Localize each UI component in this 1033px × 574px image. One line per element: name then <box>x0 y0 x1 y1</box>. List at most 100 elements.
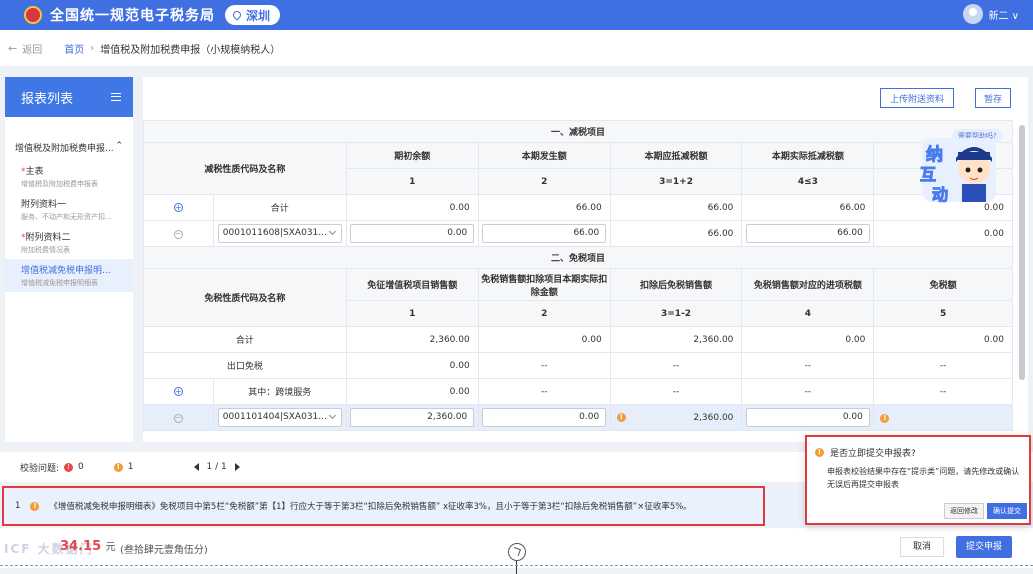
validation-message[interactable]: 1! 《增值税减免税申报明细表》免税项目中第5栏“免税额”第【1】行应大于等于第3… <box>15 500 692 512</box>
breadcrumb-home-link[interactable]: 首页 <box>64 41 84 56</box>
chevron-up-icon: ⌃ <box>115 141 123 151</box>
next-page-icon[interactable] <box>234 463 240 471</box>
column-header: 减税性质代码及名称 <box>143 142 347 195</box>
message-text: 《增值税减免税申报明细表》免税项目中第5栏“免税额”第【1】行应大于等于第3栏“… <box>49 502 692 512</box>
error-count[interactable]: 0 <box>78 462 84 472</box>
column-header: 本期实际抵减税额 <box>741 142 875 169</box>
cell-value: -- <box>741 378 875 405</box>
dialog-question-text: 是否立即提交申报表? <box>830 449 916 459</box>
refresh-icon[interactable] <box>508 543 526 561</box>
column-header: 免征增值税项目销售额 <box>345 268 479 301</box>
back-button[interactable]: ← 返回 <box>8 41 42 56</box>
back-label: 返回 <box>22 44 43 56</box>
sidebar-item-main-form[interactable]: *主表 增值税及附加税费申报表 <box>5 160 133 193</box>
cell-value: 2,360.00 <box>693 412 734 423</box>
user-menu[interactable]: 新二 ∨ <box>962 4 1020 24</box>
sidebar-item-sub: 增值税及附加税费申报表 <box>21 180 98 188</box>
warning-icon: ! <box>880 413 890 423</box>
actual-deduction-input[interactable]: 66.00 <box>745 224 870 243</box>
cell-value: 0.00 <box>477 326 611 353</box>
column-number: 2 <box>477 300 611 327</box>
exempt-code-select[interactable]: 0001101404|SXA031... <box>217 408 342 427</box>
row-label: 其中：跨境服务 <box>212 378 347 405</box>
sidebar-item-attachment-2[interactable]: *附列资料二 附加税费情况表 <box>5 226 133 259</box>
cell-value: 66.00 <box>609 220 743 247</box>
sidebar-item-attachment-1[interactable]: 附列资料一 服务、不动产和无形资产扣... <box>5 193 133 226</box>
svg-text:互: 互 <box>920 165 936 184</box>
sidebar-item-sub: 增值税减免税申报明细表 <box>21 279 98 287</box>
current-amount-input[interactable]: 66.00 <box>482 224 607 243</box>
confirm-submit-button[interactable]: 确认提交 <box>987 503 1027 519</box>
submit-button[interactable]: 提交申报 <box>956 536 1012 558</box>
top-bar: 全国统一规范电子税务局 深圳 新二 ∨ <box>0 0 1033 30</box>
cell-value: 2,360.00 <box>609 326 743 353</box>
column-number: 3=1-2 <box>609 300 743 327</box>
sidebar-item-sub: 附加税费情况表 <box>21 246 70 254</box>
prev-page-icon[interactable] <box>193 463 199 471</box>
column-number: 5 <box>873 300 1013 327</box>
cell-value: -- <box>609 378 743 405</box>
column-number: 4 <box>741 300 875 327</box>
column-number: 1 <box>345 300 479 327</box>
cancel-button[interactable]: 取消 <box>900 537 944 557</box>
cell-value: -- <box>477 378 611 405</box>
return-modify-button[interactable]: 返回修改 <box>944 503 984 519</box>
report-group-label: 增值税及附加税费申报... <box>15 144 114 154</box>
chevron-down-icon <box>328 227 336 236</box>
column-header: 本期发生额 <box>477 142 611 169</box>
dashed-divider <box>0 565 1033 566</box>
column-number: 4≤3 <box>741 168 875 195</box>
sidebar-item-label: 增值税减免税申报明... <box>21 266 111 276</box>
svg-text:动: 动 <box>932 185 948 204</box>
tax-relief-table: 一、减税项目 减税性质代码及名称 期初余额 本期发生额 本期应抵减税额 本期实际抵减税额… <box>143 120 1013 431</box>
exempt-sales-input[interactable]: 2,360.00 <box>350 408 475 427</box>
tax-assistant-mascot-icon[interactable]: 纳 互 动 <box>918 128 1000 206</box>
warning-count[interactable]: 1 <box>128 462 134 472</box>
breadcrumb-current: 增值税及附加税费申报（小规模纳税人） <box>100 44 281 56</box>
column-header: 扣除后免税销售额 <box>609 268 743 301</box>
report-list-panel: 报表列表 增值税及附加税费申报... ⌃ *主表 增值税及附加税费申报表 附列资料一… <box>5 77 133 442</box>
save-draft-button[interactable]: 暂存 <box>975 88 1011 108</box>
sidebar-item-label: 附列资料二 <box>25 233 71 243</box>
column-number: 1 <box>345 168 479 195</box>
tax-emblem-icon <box>24 6 42 24</box>
sidebar-item-tax-relief[interactable]: 增值税减免税申报明... 增值税减免税申报明细表 <box>5 259 133 292</box>
city-label: 深圳 <box>246 8 271 23</box>
menu-icon[interactable] <box>111 93 121 101</box>
submit-confirm-dialog: ! 是否立即提交申报表? 申报表校验结果中存在“提示类”问题，请先修改或确认无误后… <box>805 435 1031 525</box>
city-selector[interactable]: 深圳 <box>225 5 281 25</box>
column-number: 3=1+2 <box>609 168 743 195</box>
vertical-scrollbar[interactable] <box>1019 125 1025 380</box>
user-name: 新二 ∨ <box>988 10 1020 22</box>
cell-value: -- <box>741 352 875 379</box>
tax-amount-unit: 元 <box>105 542 116 553</box>
column-header: 免税额 <box>873 268 1013 301</box>
table-row-selected: − 0001101404|SXA031... 2,360.00 0.00! 2,360.… <box>143 404 1013 431</box>
chevron-down-icon <box>328 411 336 420</box>
remove-row-icon[interactable]: − <box>173 229 183 239</box>
add-row-icon[interactable]: + <box>173 202 183 212</box>
upload-attachment-button[interactable]: 上传附送资料 <box>880 88 954 108</box>
tax-amount-chinese: (叁拾肆元壹角伍分) <box>120 545 208 556</box>
form-panel: 上传附送资料 暂存 一、减税项目 减税性质代码及名称 期初余额 本期发生额 本期应抵减… <box>143 77 1028 442</box>
cell-value: 0.00 <box>873 326 1013 353</box>
report-group[interactable]: 增值税及附加税费申报... ⌃ <box>5 117 133 160</box>
dialog-question: ! 是否立即提交申报表? <box>815 446 916 459</box>
column-header: 免税销售额扣除项目本期实际扣除金额 <box>477 268 611 301</box>
remove-row-icon[interactable]: − <box>173 413 183 423</box>
input-tax-input[interactable]: 0.00 <box>745 408 870 427</box>
deduction-amount-input[interactable]: 0.00 <box>482 408 607 427</box>
warning-icon: ! <box>616 413 626 422</box>
cell-value: -- <box>873 378 1013 405</box>
opening-balance-input[interactable]: 0.00 <box>350 224 475 243</box>
cell-value: 66.00 <box>741 194 875 221</box>
add-row-icon[interactable]: + <box>173 386 183 396</box>
select-value: 0001101404|SXA031... <box>222 412 327 422</box>
validation-label: 校验问题: <box>20 463 60 474</box>
tax-amount-value: 34.15 <box>60 539 102 554</box>
relief-code-select[interactable]: 0001011608|SXA031... <box>217 224 342 243</box>
message-index: 1 <box>15 501 21 511</box>
column-header: 免税销售额对应的进项税额 <box>741 268 875 301</box>
cell-value: -- <box>477 352 611 379</box>
warning-icon: ! <box>815 448 824 457</box>
